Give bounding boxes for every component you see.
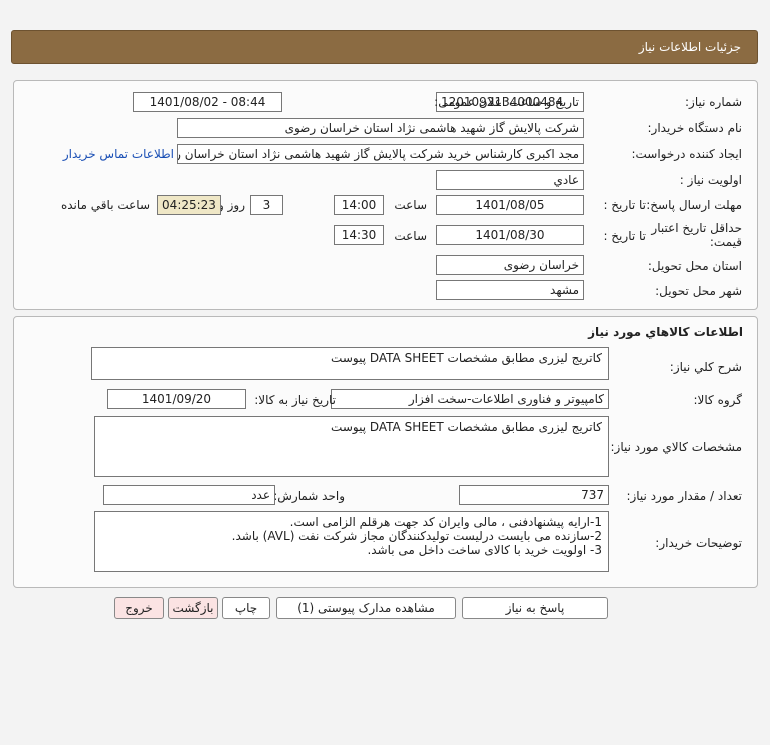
unit-field: عدد (103, 485, 275, 505)
validity-label-line2: قیمت: (709, 235, 742, 249)
city-label: شهر محل تحویل: (655, 284, 742, 298)
general-desc-label: شرح کلي نياز: (669, 360, 742, 374)
validity-date-field: 1401/08/30 (436, 225, 584, 245)
buyer-contact-link[interactable]: اطلاعات تماس خریدار (63, 147, 174, 161)
validity-to-date-label: تا تاریخ : (603, 229, 646, 243)
remaining-time-field: 04:25:23 (157, 195, 221, 215)
quantity-label: تعداد / مقدار مورد نیاز: (626, 489, 742, 503)
reply-button[interactable]: پاسخ به نیاز (462, 597, 608, 619)
remaining-time-label: ساعت باقي مانده (60, 198, 150, 212)
need-number-label: شماره نیاز: (685, 95, 742, 109)
requester-field: مجد اکبری کارشناس خرید شرکت پالایش گاز ش… (177, 144, 584, 164)
buyer-org-field: شرکت پالایش گاز شهید هاشمی نژاد استان خر… (177, 118, 584, 138)
page-title: جزئیات اطلاعات نیاز (638, 40, 741, 54)
buyer-note-line: 1-ارایه پیشنهادفنی ، مالی وایران کد جهت … (289, 515, 602, 529)
back-button[interactable]: بازگشت (168, 597, 218, 619)
goods-group-field: کامپیوتر و فناوری اطلاعات-سخت افزار (331, 389, 609, 409)
send-deadline-label: مهلت ارسال پاسخ: (646, 198, 742, 212)
requester-label: ایجاد کننده درخواست: (631, 147, 742, 161)
general-desc-field: کاتریج لیزری مطابق مشخصات DATA SHEET پیو… (91, 347, 609, 380)
priority-field: عادي (436, 170, 584, 190)
need-date-field: 1401/09/20 (107, 389, 246, 409)
send-date-field: 1401/08/05 (436, 195, 584, 215)
send-time-field: 14:00 (334, 195, 384, 215)
buyer-org-label: نام دستگاه خریدار: (647, 121, 743, 135)
spec-field: کاتریج لیزری مطابق مشخصات DATA SHEET پیو… (94, 416, 609, 477)
validity-label-line1: حداقل تاریخ اعتبار (651, 221, 742, 235)
buyer-note-line: 3- اولویت خرید با کالای ساخت داخل می باش… (367, 543, 602, 557)
remaining-days-field: 3 (250, 195, 283, 215)
buyer-notes-field: 1-ارایه پیشنهادفنی ، مالی وایران کد جهت … (94, 511, 609, 572)
exit-button[interactable]: خروج (114, 597, 164, 619)
validity-label: حداقل تاریخ اعتبار قیمت: (651, 221, 742, 249)
buyer-notes-label: توضیحات خریدار: (655, 536, 742, 550)
view-attachments-button[interactable]: مشاهده مدارک پیوستی (1) (276, 597, 456, 619)
send-time-label: ساعت (394, 198, 427, 212)
quantity-field: 737 (459, 485, 609, 505)
page-header: جزئیات اطلاعات نیاز (11, 30, 758, 64)
priority-label: اولویت نیاز : (679, 173, 742, 187)
need-date-label: تاریخ نیاز به کالا: (254, 393, 336, 407)
need-info-panel (13, 80, 758, 310)
spec-label: مشخصات کالاي مورد نياز: (610, 440, 742, 454)
announce-label: تاریخ و ساعت اعلان عمومی: (434, 95, 579, 109)
validity-time-field: 14:30 (334, 225, 384, 245)
days-label: روز و (218, 198, 245, 212)
goods-section-title: اطلاعات کالاهاي مورد نياز (588, 325, 743, 339)
send-to-date-label: تا تاریخ : (603, 198, 646, 212)
province-label: استان محل تحویل: (647, 259, 742, 273)
unit-label: واحد شمارش: (273, 489, 345, 503)
goods-group-label: گروه کالا: (693, 393, 743, 407)
province-field: خراسان رضوی (436, 255, 584, 275)
announce-field: 1401/08/02 - 08:44 (133, 92, 282, 112)
print-button[interactable]: چاپ (222, 597, 270, 619)
validity-time-label: ساعت (394, 229, 427, 243)
city-field: مشهد (436, 280, 584, 300)
buyer-note-line: 2-سازنده می بایست درلیست تولیدکنندگان مج… (231, 529, 602, 543)
